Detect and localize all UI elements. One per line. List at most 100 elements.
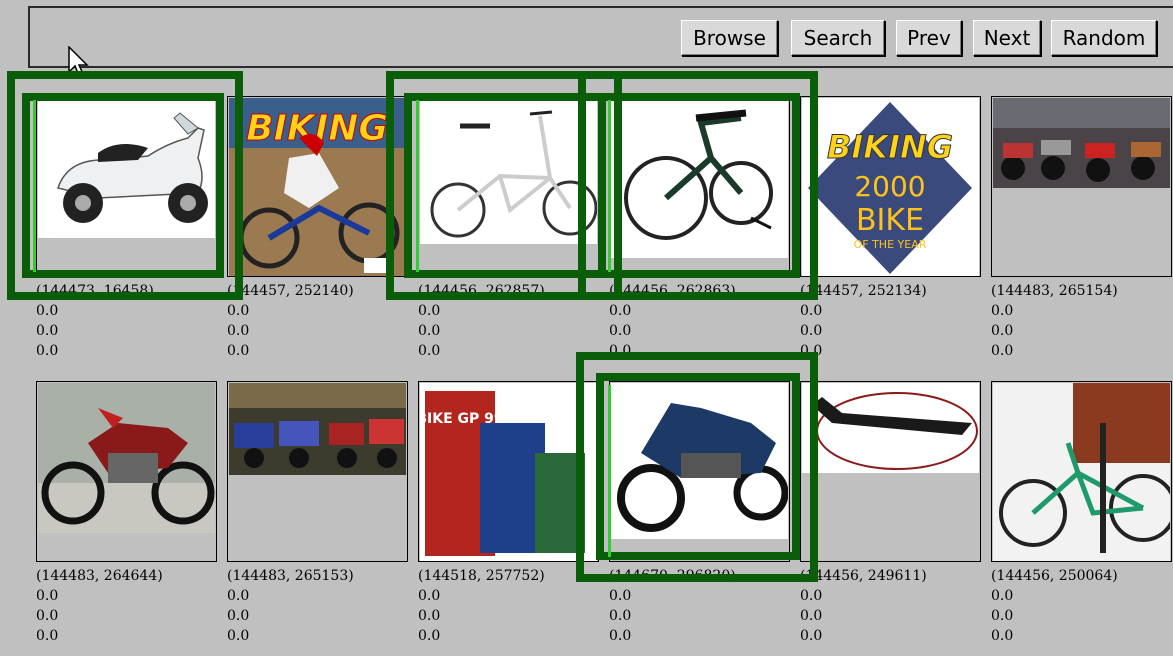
game-boxes-image: BIKE GP 99 — [420, 383, 597, 561]
mouse-pointer-icon — [68, 46, 89, 80]
logo-bike: BIKE — [856, 203, 924, 238]
thumbnail[interactable] — [800, 381, 981, 562]
score: 0.0 — [991, 588, 1014, 604]
next-button[interactable]: Next — [973, 20, 1041, 56]
workstand-bike-image — [993, 383, 1170, 561]
logo-of-the-year: OF THE YEAR — [854, 238, 927, 251]
image-id: (144483, 265154) — [991, 283, 1118, 299]
prev-button[interactable]: Prev — [896, 20, 962, 56]
selection-edge — [608, 100, 611, 272]
thumbnail[interactable] — [36, 96, 217, 277]
selection-edge — [33, 100, 36, 272]
game-title: BIKE GP 99 — [420, 411, 504, 427]
score: 0.0 — [609, 343, 632, 359]
score: 0.0 — [36, 608, 59, 624]
score: 0.0 — [418, 343, 441, 359]
search-button[interactable]: Search — [791, 20, 885, 56]
bicycle-icon — [611, 98, 788, 258]
saddle-icon — [802, 383, 979, 473]
thumbnail[interactable] — [227, 381, 408, 562]
image-id: (144473, 16458) — [36, 283, 154, 299]
score: 0.0 — [800, 303, 823, 319]
score: 0.0 — [418, 628, 441, 644]
score: 0.0 — [418, 608, 441, 624]
score: 0.0 — [991, 628, 1014, 644]
score: 0.0 — [609, 608, 632, 624]
image-id: (144456, 249611) — [800, 568, 927, 584]
scooter-icon — [38, 98, 215, 238]
score: 0.0 — [36, 588, 59, 604]
image-id: (144518, 257752) — [418, 568, 545, 584]
game-box-icon: BIKE GP 99 — [420, 383, 597, 561]
thumbnail[interactable] — [418, 96, 599, 277]
bike-of-year-image: BIKING 2000 BIKE OF THE YEAR — [802, 98, 979, 276]
score: 0.0 — [609, 628, 632, 644]
thumbnail[interactable] — [609, 381, 790, 562]
selection-edge — [416, 100, 419, 272]
score: 0.0 — [800, 628, 823, 644]
score: 0.0 — [36, 323, 59, 339]
blue-motorcycle-image — [611, 383, 788, 539]
red-motorcycle-image — [38, 383, 215, 533]
image-id: (144456, 262863) — [609, 283, 736, 299]
magazine-cover-icon: BIKING — [229, 98, 406, 276]
award-logo-icon: BIKING 2000 BIKE OF THE YEAR — [802, 98, 979, 276]
score: 0.0 — [991, 303, 1014, 319]
motorcycle-icon — [611, 383, 788, 539]
image-id: (144457, 252134) — [800, 283, 927, 299]
scooter-image — [38, 98, 215, 238]
saddle-strap-image — [802, 383, 979, 473]
thumbnail[interactable]: BIKING — [227, 96, 408, 277]
score: 0.0 — [227, 303, 250, 319]
browse-button[interactable]: Browse — [681, 20, 778, 56]
score: 0.0 — [227, 628, 250, 644]
score: 0.0 — [609, 588, 632, 604]
folding-bike-image — [420, 98, 597, 244]
score: 0.0 — [609, 323, 632, 339]
image-id: (144456, 250064) — [991, 568, 1118, 584]
score: 0.0 — [991, 608, 1014, 624]
logo-title: BIKING — [827, 128, 953, 166]
image-id: (144483, 264644) — [36, 568, 163, 584]
score: 0.0 — [418, 323, 441, 339]
thumbnail[interactable] — [36, 381, 217, 562]
score: 0.0 — [36, 628, 59, 644]
random-button[interactable]: Random — [1051, 20, 1157, 56]
score: 0.0 — [609, 303, 632, 319]
score: 0.0 — [36, 303, 59, 319]
score: 0.0 — [227, 323, 250, 339]
image-id: (144483, 265153) — [227, 568, 354, 584]
score: 0.0 — [227, 588, 250, 604]
showroom-icon — [229, 383, 406, 475]
score: 0.0 — [800, 588, 823, 604]
thumbnail[interactable] — [991, 381, 1172, 562]
motorcycle-icon — [38, 383, 215, 533]
bicycle-icon — [420, 98, 597, 244]
thumbnail[interactable] — [609, 96, 790, 277]
score: 0.0 — [991, 323, 1014, 339]
blue-showroom-image — [229, 383, 406, 475]
score: 0.0 — [418, 303, 441, 319]
score: 0.0 — [36, 343, 59, 359]
score: 0.0 — [227, 343, 250, 359]
thumbnail[interactable]: BIKE GP 99 — [418, 381, 599, 562]
bicycle-icon — [993, 383, 1170, 561]
score: 0.0 — [800, 608, 823, 624]
logo-year: 2000 — [854, 170, 925, 203]
thumbnail[interactable]: BIKING 2000 BIKE OF THE YEAR — [800, 96, 981, 277]
score: 0.0 — [800, 323, 823, 339]
showroom-image — [993, 98, 1170, 188]
score: 0.0 — [227, 608, 250, 624]
selection-edge — [608, 385, 611, 557]
image-id: (144457, 252140) — [227, 283, 354, 299]
magazine-image: BIKING — [229, 98, 406, 276]
black-folding-bike-image — [611, 98, 788, 258]
image-id: (144456, 262857) — [418, 283, 545, 299]
score: 0.0 — [418, 588, 441, 604]
toolbar: Browse Search Prev Next Random — [28, 6, 1173, 68]
thumbnail[interactable] — [991, 96, 1172, 277]
score: 0.0 — [991, 343, 1014, 359]
image-id: (144670, 296820) — [609, 568, 736, 584]
showroom-icon — [993, 98, 1170, 188]
score: 0.0 — [800, 343, 823, 359]
